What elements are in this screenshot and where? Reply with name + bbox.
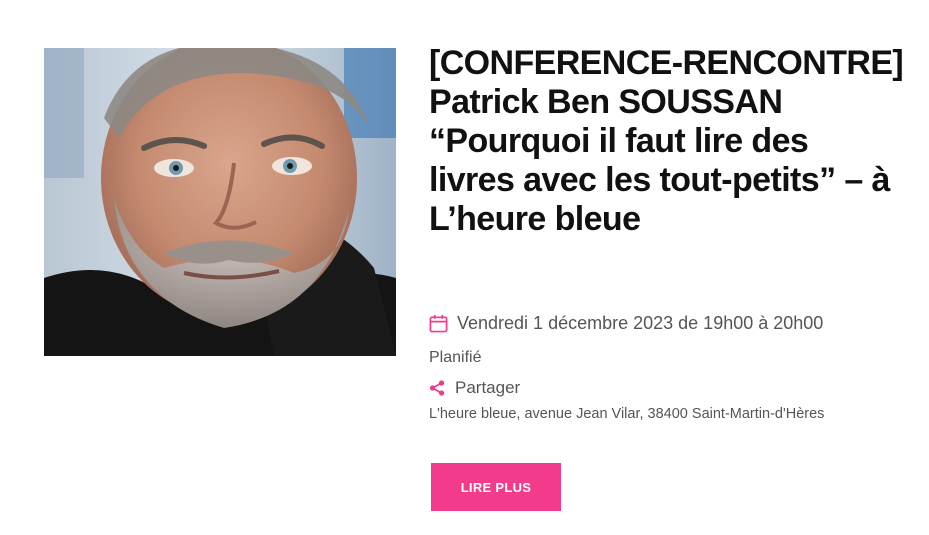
event-title-line: [CONFERENCE-RENCONTRE] [429,44,904,82]
event-address: L'heure bleue, avenue Jean Vilar, 38400 … [429,406,825,422]
event-details: [CONFERENCE-RENCONTRE] Patrick Ben SOUSS… [429,44,904,511]
event-title[interactable]: [CONFERENCE-RENCONTRE] Patrick Ben SOUSS… [429,44,904,239]
portrait-image [44,48,396,356]
event-photo[interactable] [44,48,396,356]
read-more-button[interactable]: LIRE PLUS [431,463,561,511]
event-title-line: livres avec les tout-petits” – à [429,161,890,199]
share-link[interactable]: Partager [429,377,520,399]
share-label: Partager [455,378,521,397]
calendar-icon [429,314,448,333]
event-title-line: L’heure bleue [429,200,641,238]
event-title-line: Patrick Ben SOUSSAN [429,83,783,121]
event-title-line: “Pourquoi il faut lire des [429,122,809,160]
event-status: Planifié [429,349,482,366]
event-date-text: Vendredi 1 décembre 2023 de 19h00 à 20h0… [457,312,824,333]
event-date: Vendredi 1 décembre 2023 de 19h00 à 20h0… [429,311,823,335]
share-icon [429,380,445,396]
